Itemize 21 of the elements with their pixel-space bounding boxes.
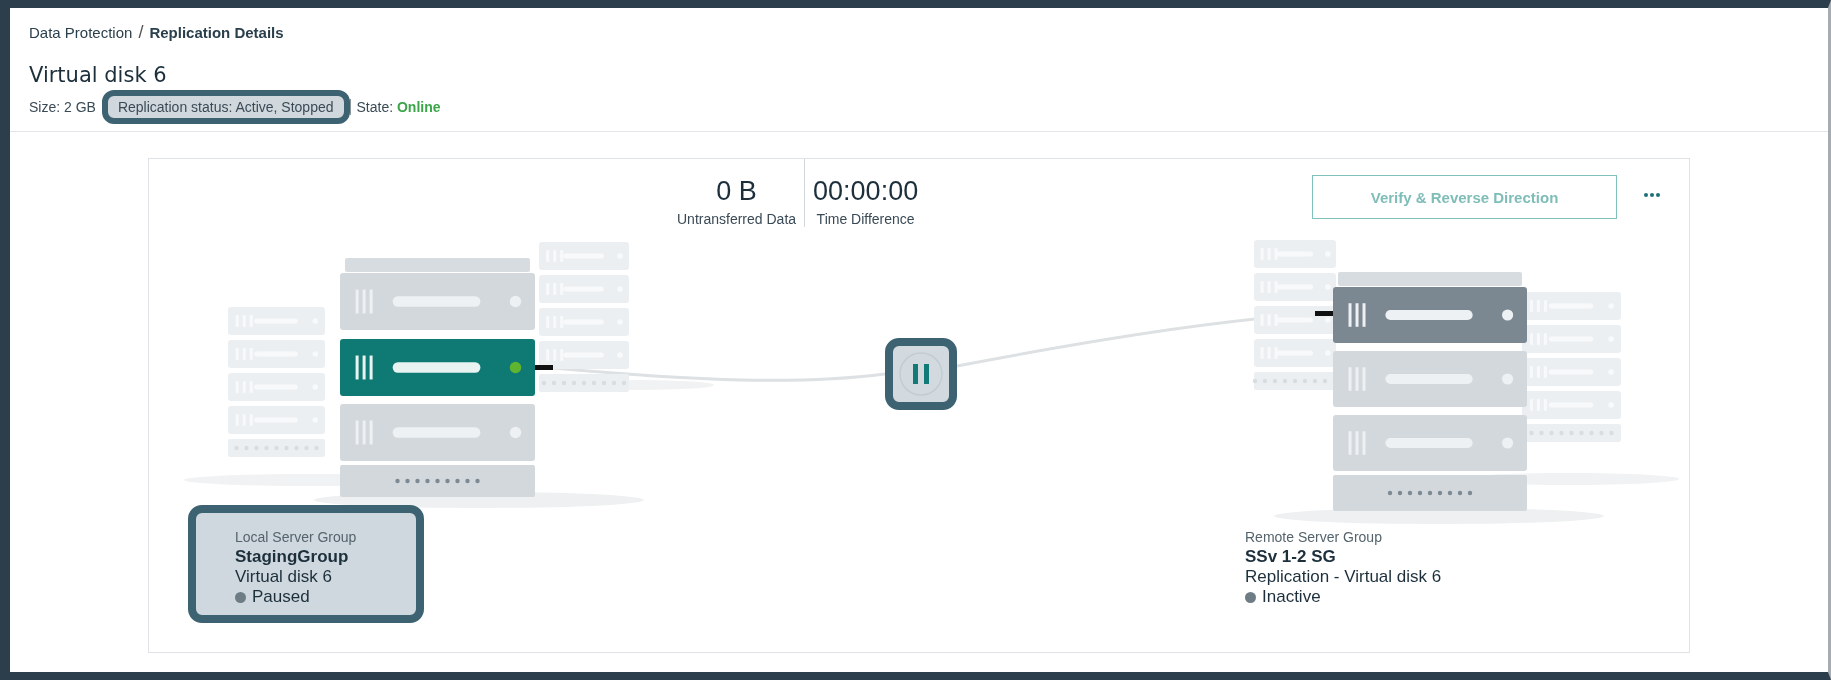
disk-name: Virtual disk 6	[235, 567, 333, 587]
metric-value: 00:00:00	[813, 176, 919, 207]
pause-button[interactable]	[885, 338, 957, 410]
metric-label: Time Difference	[815, 211, 916, 227]
breadcrumb-separator: /	[138, 22, 144, 43]
group-caption: Local Server Group	[235, 528, 357, 547]
group-name: StagingGroup	[235, 547, 350, 567]
meta-text: Size: 2 GB	[29, 99, 97, 115]
metric-label: Untransferred Data	[677, 211, 797, 227]
group-caption: Remote Server Group	[1245, 528, 1383, 547]
state-text: State: Online	[349, 99, 447, 115]
status-text: Inactive	[1262, 587, 1321, 607]
group-name: SSv 1-2 SG	[1245, 547, 1337, 567]
page-title: Virtual disk 6	[29, 63, 168, 87]
pause-icon	[898, 351, 944, 397]
disk-name: Replication - Virtual disk 6	[1245, 567, 1442, 587]
more-icon[interactable]	[1644, 193, 1660, 197]
meta-text: Replication status: Active, Stopped	[101, 90, 350, 124]
breadcrumb-link[interactable]: Data Protection	[29, 24, 133, 41]
metric-value: 0 B	[715, 176, 758, 207]
status-text: Paused	[252, 587, 310, 607]
